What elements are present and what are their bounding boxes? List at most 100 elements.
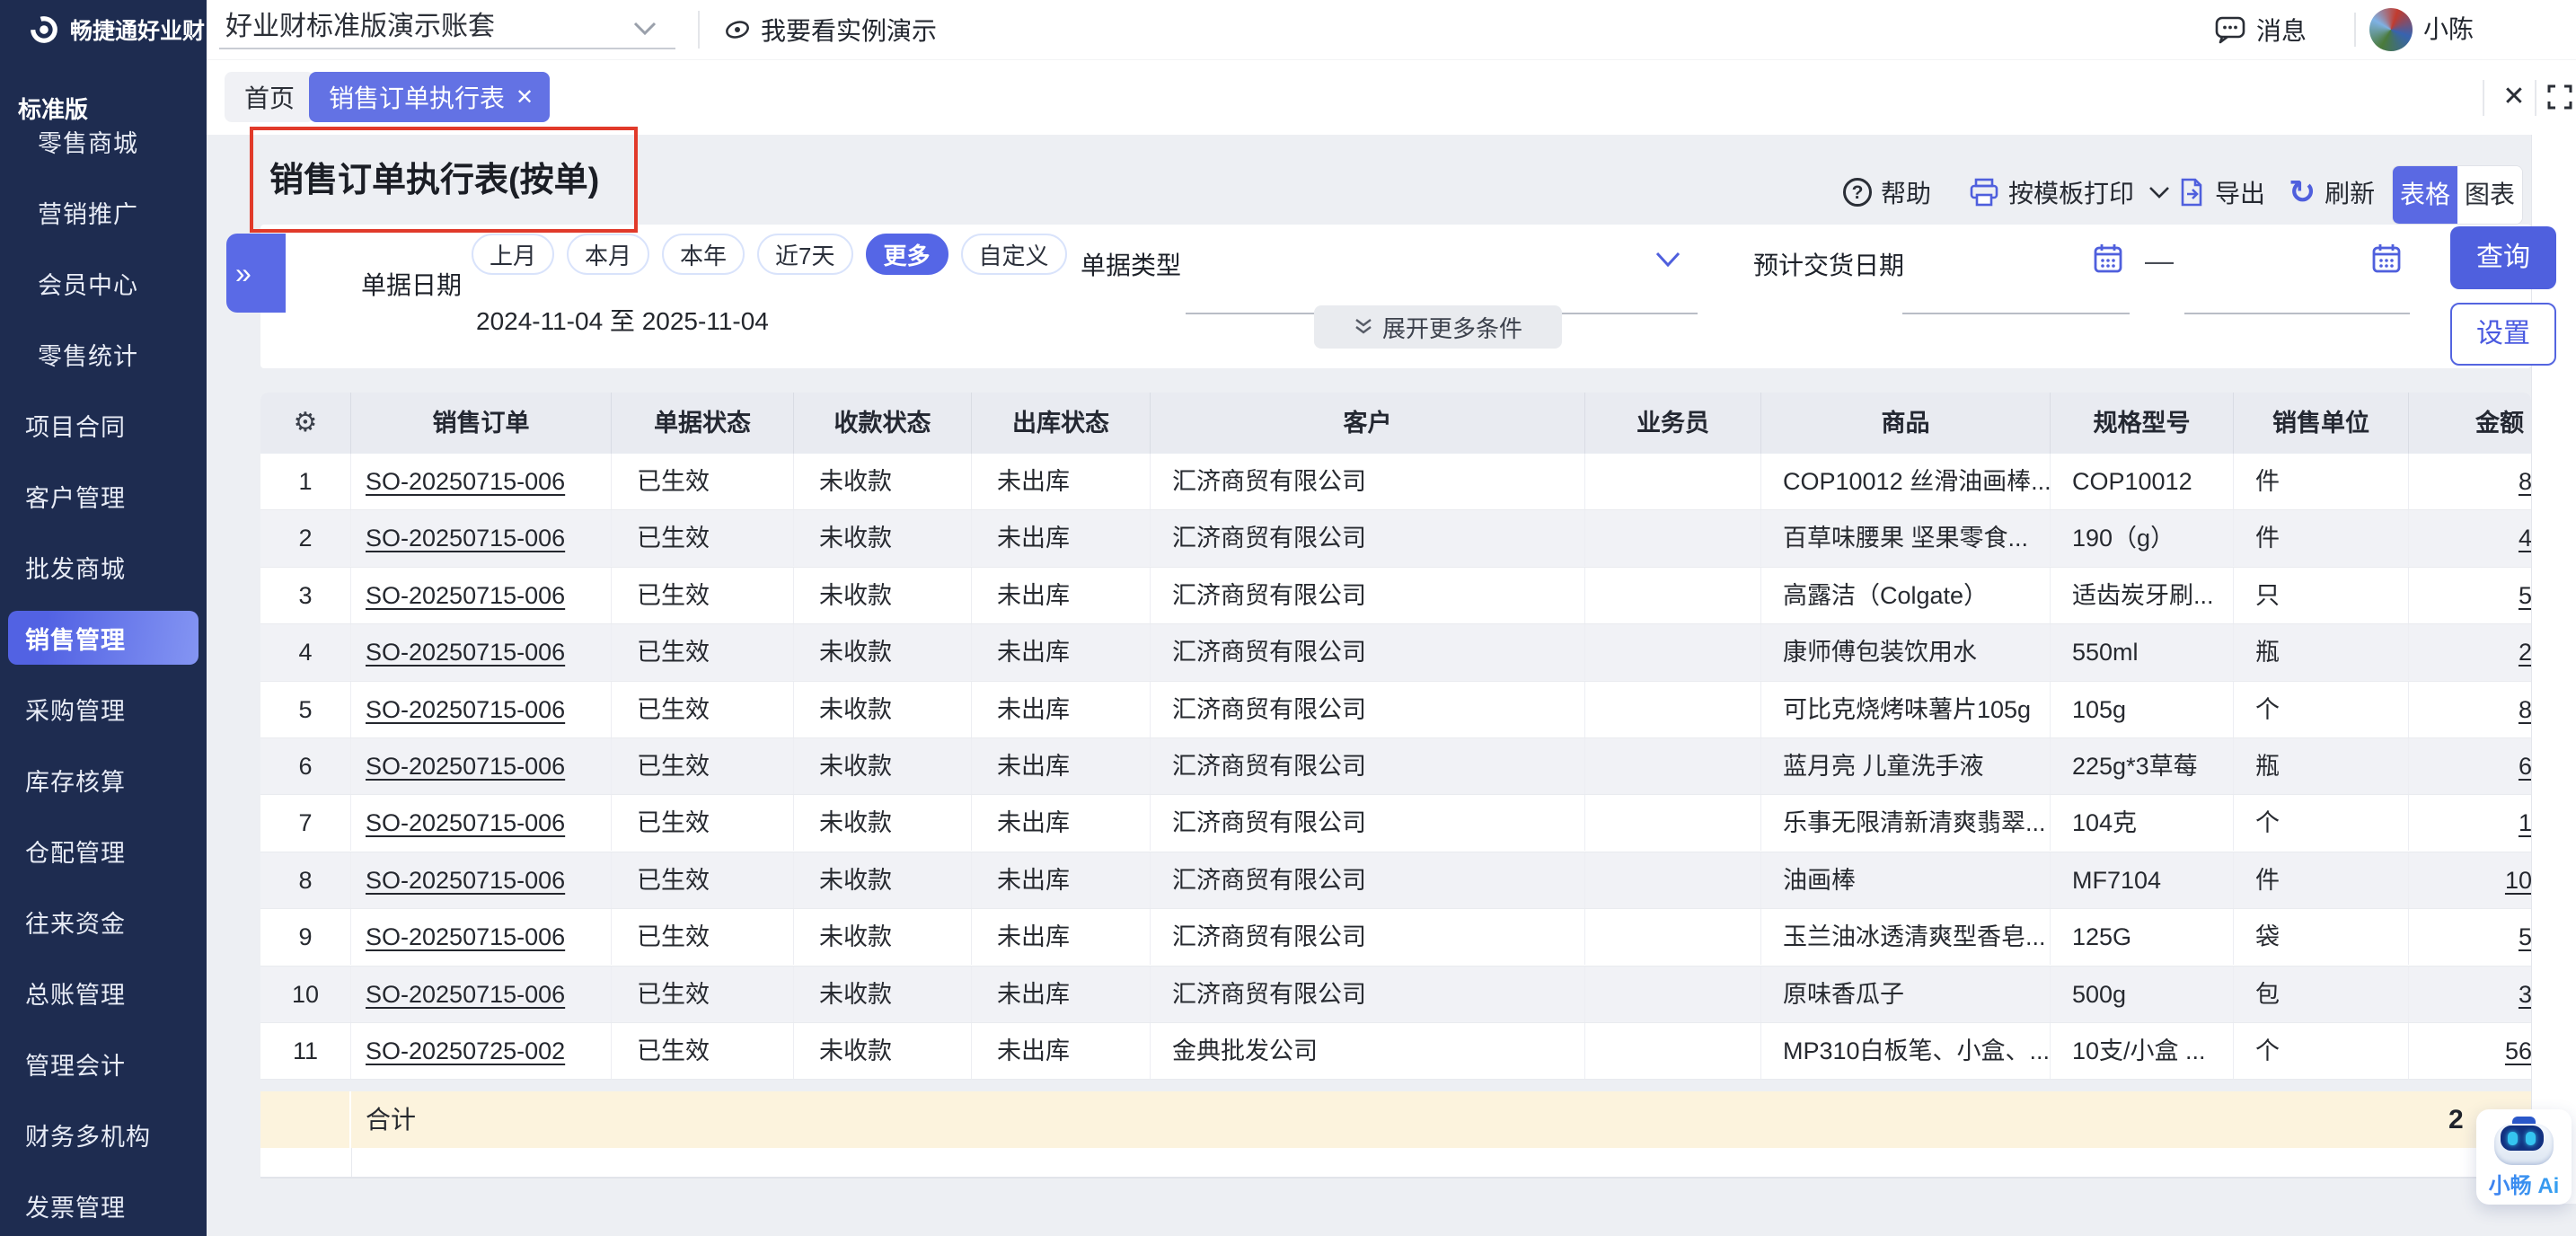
sidebar-item[interactable]: 零售商城	[0, 106, 207, 177]
column-header[interactable]: 客户	[1151, 393, 1585, 454]
refresh-button[interactable]: ↻ 刷新	[2289, 167, 2375, 217]
help-button[interactable]: ? 帮助	[1843, 167, 1931, 217]
quick-date-pill[interactable]: 上月	[472, 234, 554, 275]
sidebar-item[interactable]: 管理会计	[0, 1029, 207, 1099]
tab-home[interactable]: 首页	[225, 72, 314, 122]
cell-amount-link[interactable]: 50	[2409, 568, 2531, 623]
sidebar-item[interactable]: 营销推广	[0, 177, 207, 248]
cell-amount-link[interactable]: 31	[2409, 967, 2531, 1022]
export-button[interactable]: 导出	[2177, 167, 2265, 217]
account-select[interactable]: 好业财标准版演示账套	[225, 0, 495, 54]
cell-order-link[interactable]: SO-20250715-006	[351, 510, 612, 566]
column-header[interactable]: 单据状态	[612, 393, 794, 454]
quick-date-pill[interactable]: 自定义	[961, 234, 1067, 275]
column-header[interactable]: 金额	[2409, 393, 2531, 454]
cell-amount-link[interactable]: 86	[2409, 682, 2531, 737]
order-link[interactable]: SO-20250715-006	[366, 867, 565, 894]
column-header[interactable]: 商品	[1761, 393, 2051, 454]
collapse-filter-button[interactable]: »	[226, 234, 286, 313]
column-header[interactable]: 业务员	[1585, 393, 1761, 454]
delivery-date-start-input[interactable]	[1902, 313, 2130, 314]
user-name[interactable]: 小陈	[2423, 0, 2474, 59]
delivery-date-end-input[interactable]	[2184, 313, 2410, 314]
sidebar-item[interactable]: 项目合同	[0, 390, 207, 461]
amount-link[interactable]: 86	[2519, 696, 2531, 723]
demo-link[interactable]: 我要看实例演示	[723, 0, 937, 59]
order-link[interactable]: SO-20250715-006	[366, 525, 565, 552]
calendar-icon[interactable]	[2371, 243, 2402, 275]
column-header[interactable]: 收款状态	[794, 393, 972, 454]
chevron-down-icon[interactable]	[2148, 186, 2170, 199]
amount-link[interactable]: 567	[2505, 1037, 2531, 1064]
fullscreen-icon[interactable]	[2547, 84, 2572, 110]
tab-sales-order-report[interactable]: 销售订单执行表 ✕	[309, 72, 550, 122]
sidebar-item[interactable]: 采购管理	[0, 674, 207, 745]
order-link[interactable]: SO-20250715-006	[366, 696, 565, 723]
sidebar-item[interactable]: 往来资金	[0, 887, 207, 958]
quick-date-pill[interactable]: 近7天	[757, 234, 852, 275]
order-link[interactable]: SO-20250725-002	[366, 1037, 565, 1064]
order-link[interactable]: SO-20250715-006	[366, 981, 565, 1008]
sidebar-item[interactable]: 零售统计	[0, 319, 207, 390]
cell-order-link[interactable]: SO-20250715-006	[351, 852, 612, 908]
sidebar-item[interactable]: 会员中心	[0, 248, 207, 319]
amount-link[interactable]: 66	[2519, 753, 2531, 780]
sidebar-item[interactable]: 财务多机构	[0, 1099, 207, 1170]
column-header[interactable]: 销售订单	[351, 393, 612, 454]
order-link[interactable]: SO-20250715-006	[366, 582, 565, 609]
chart-view-button[interactable]: 图表	[2457, 166, 2522, 224]
column-header[interactable]: 出库状态	[972, 393, 1151, 454]
cell-order-link[interactable]: SO-20250715-006	[351, 454, 612, 509]
column-header[interactable]: 销售单位	[2234, 393, 2409, 454]
cell-order-link[interactable]: SO-20250715-006	[351, 682, 612, 737]
order-link[interactable]: SO-20250715-006	[366, 923, 565, 950]
sidebar-item[interactable]: 发票管理	[0, 1170, 207, 1236]
print-button[interactable]: 按模板打印	[1969, 167, 2170, 217]
cell-amount-link[interactable]: 84	[2409, 454, 2531, 509]
amount-link[interactable]: 23	[2519, 639, 2531, 666]
cell-amount-link[interactable]: 45	[2409, 510, 2531, 566]
close-icon[interactable]: ✕	[2493, 67, 2535, 127]
quick-date-pill[interactable]: 本月	[567, 234, 649, 275]
calendar-icon[interactable]	[2093, 243, 2123, 275]
sidebar-item[interactable]: 批发商城	[0, 532, 207, 603]
amount-link[interactable]: 50	[2519, 582, 2531, 609]
amount-link[interactable]: 59	[2519, 923, 2531, 950]
amount-link[interactable]: 15	[2519, 809, 2531, 836]
date-range-value[interactable]: 2024-11-04 至 2025-11-04	[476, 302, 769, 338]
cell-amount-link[interactable]: 100	[2409, 852, 2531, 908]
cell-order-link[interactable]: SO-20250715-006	[351, 568, 612, 623]
query-button[interactable]: 查询	[2450, 226, 2556, 289]
cell-amount-link[interactable]: 567	[2409, 1023, 2531, 1079]
quick-date-pill[interactable]: 本年	[662, 234, 745, 275]
cell-amount-link[interactable]: 66	[2409, 738, 2531, 794]
messages-button[interactable]: 消息	[2215, 0, 2307, 59]
sidebar-item[interactable]: 库存核算	[0, 745, 207, 816]
chevron-down-icon[interactable]	[1654, 252, 1681, 268]
quick-date-pill[interactable]: 更多	[866, 234, 948, 275]
tab-close-icon[interactable]: ✕	[516, 84, 534, 110]
cell-amount-link[interactable]: 23	[2409, 624, 2531, 680]
table-view-button[interactable]: 表格	[2393, 166, 2457, 224]
amount-link[interactable]: 100	[2505, 867, 2531, 894]
cell-order-link[interactable]: SO-20250715-006	[351, 624, 612, 680]
chevron-down-icon[interactable]	[632, 22, 657, 36]
cell-order-link[interactable]: SO-20250715-006	[351, 909, 612, 965]
order-link[interactable]: SO-20250715-006	[366, 639, 565, 666]
order-link[interactable]: SO-20250715-006	[366, 753, 565, 780]
order-link[interactable]: SO-20250715-006	[366, 468, 565, 495]
sidebar-item[interactable]: 仓配管理	[0, 816, 207, 887]
amount-link[interactable]: 31	[2519, 981, 2531, 1008]
settings-button[interactable]: 设置	[2450, 303, 2556, 366]
cell-amount-link[interactable]: 15	[2409, 795, 2531, 851]
expand-more-button[interactable]: 展开更多条件	[1314, 305, 1562, 349]
amount-link[interactable]: 84	[2519, 468, 2531, 495]
sidebar-item[interactable]: 总账管理	[0, 958, 207, 1029]
cell-amount-link[interactable]: 59	[2409, 909, 2531, 965]
sidebar-item[interactable]: 销售管理	[0, 603, 207, 674]
cell-order-link[interactable]: SO-20250715-006	[351, 967, 612, 1022]
cell-order-link[interactable]: SO-20250725-002	[351, 1023, 612, 1079]
order-link[interactable]: SO-20250715-006	[366, 809, 565, 836]
cell-order-link[interactable]: SO-20250715-006	[351, 738, 612, 794]
avatar[interactable]	[2369, 8, 2413, 51]
